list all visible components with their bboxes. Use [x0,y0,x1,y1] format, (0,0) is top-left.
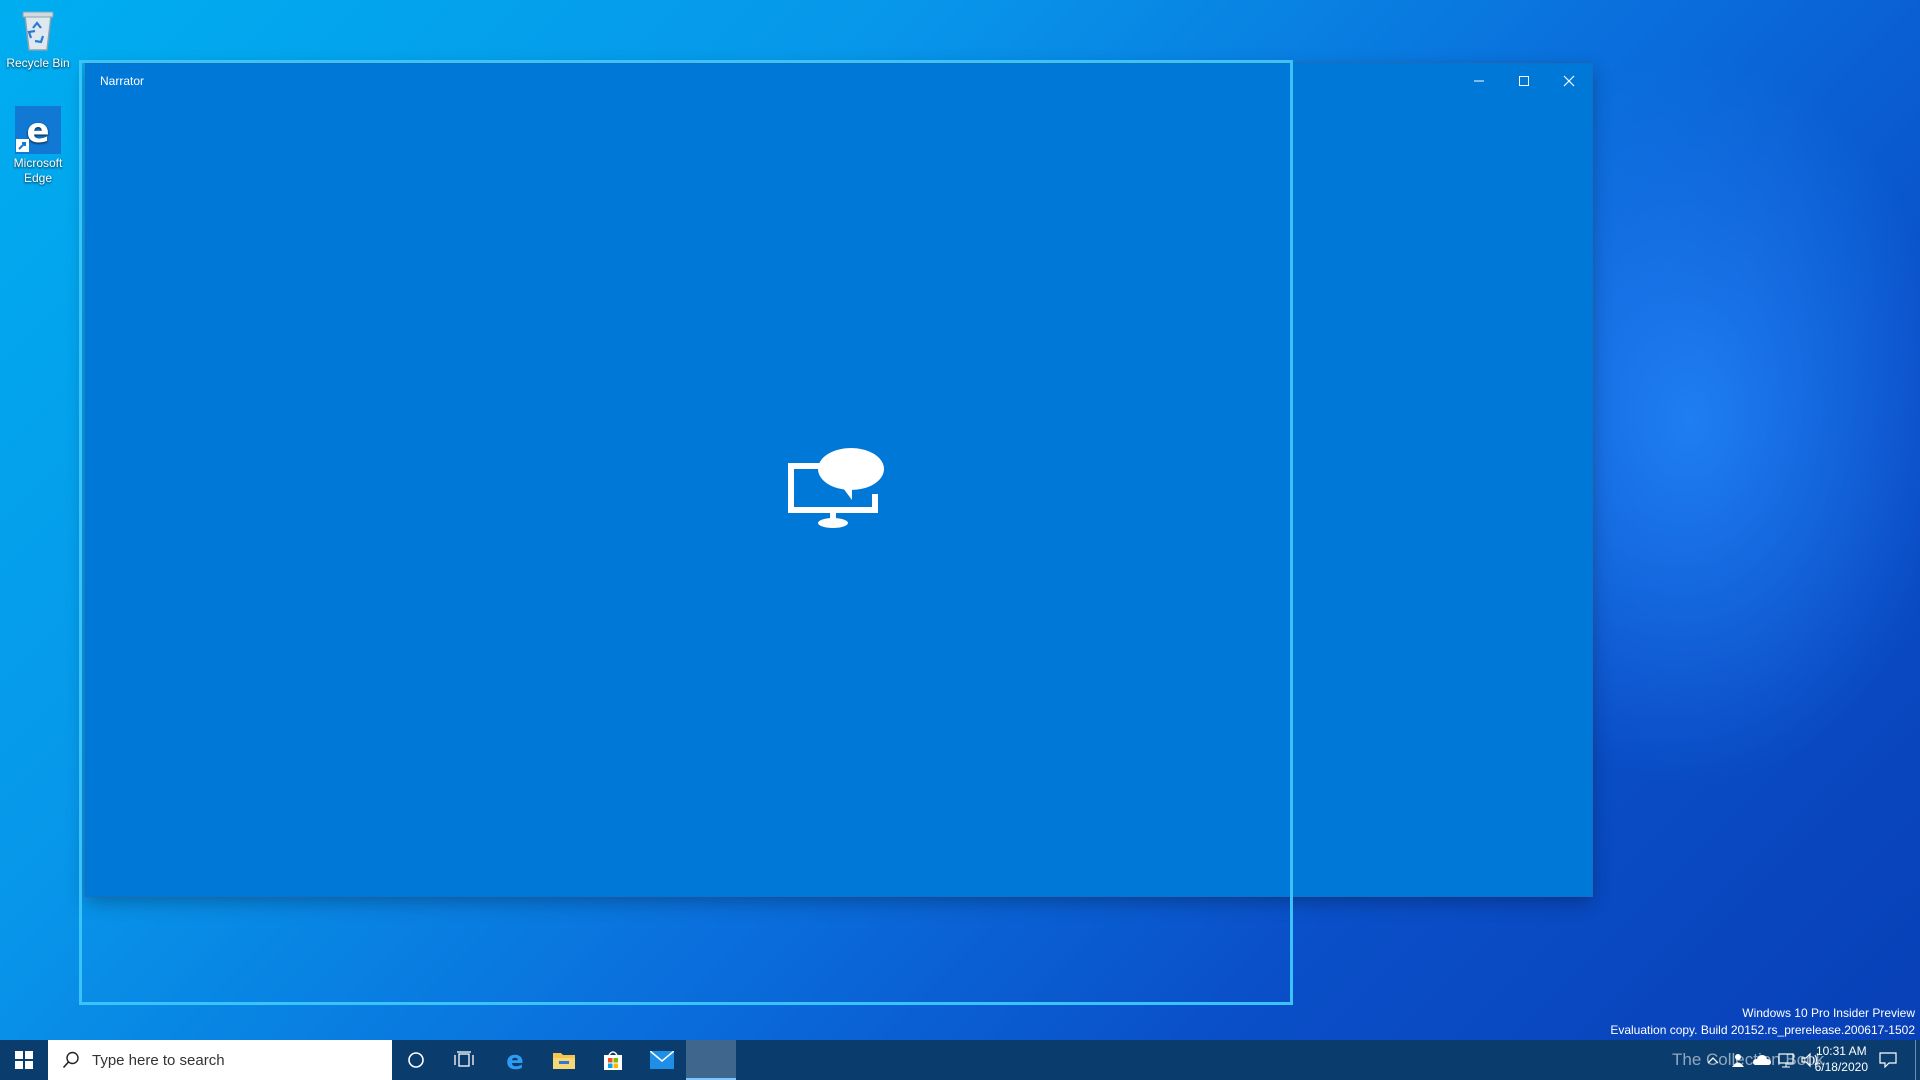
minimize-icon [1474,80,1484,81]
taskbar-mail-button[interactable] [638,1040,686,1080]
search-input[interactable] [90,1050,374,1070]
narrator-window: Narrator [86,64,1592,896]
desktop-icon-recycle-bin[interactable]: Recycle Bin [4,6,72,71]
action-center-button[interactable] [1868,1040,1908,1080]
network-button[interactable] [1774,1040,1798,1080]
mail-icon [650,1051,674,1069]
title-bar[interactable]: Narrator [86,64,1592,97]
taskbar-search-box[interactable] [48,1040,392,1080]
show-desktop-button[interactable] [1915,1040,1920,1080]
edge-label: Microsoft Edge [13,156,63,185]
people-icon [1732,1054,1744,1067]
network-icon [1778,1053,1794,1068]
edge-icon: e [15,106,61,154]
tray-app-icon[interactable] [1726,1040,1750,1080]
chevron-up-icon [1707,1057,1719,1064]
show-hidden-icons-button[interactable] [1702,1040,1724,1080]
folder-icon [553,1053,575,1069]
task-view-button[interactable] [440,1040,488,1080]
maximize-icon [1519,75,1529,86]
notification-icon [1879,1052,1897,1068]
taskbar-file-explorer-button[interactable] [540,1040,588,1080]
windows-logo-icon [15,1051,33,1069]
narrator-logo-icon [788,446,888,542]
svg-text:e: e [506,1048,524,1072]
desktop-icon-microsoft-edge[interactable]: e Microsoft Edge [4,106,72,186]
cloud-icon [1753,1055,1771,1065]
search-icon [62,1051,79,1069]
system-tray: 10:31 AM 6/18/2020 [1660,1040,1920,1080]
watermark-edition: Windows 10 Pro Insider Preview [1742,1006,1915,1020]
watermark-build: Evaluation copy. Build 20152.rs_prerelea… [1610,1023,1915,1037]
maximize-button[interactable] [1501,64,1547,97]
clock[interactable]: 10:31 AM 6/18/2020 [1815,1043,1868,1075]
clock-time: 10:31 AM [1815,1044,1867,1058]
store-icon [604,1051,622,1070]
onedrive-button[interactable] [1750,1040,1774,1080]
close-button[interactable] [1546,64,1592,97]
clock-date: 6/18/2020 [1814,1060,1868,1074]
cortana-icon [408,1052,424,1068]
task-view-icon [454,1051,474,1067]
recycle-bin-label: Recycle Bin [6,56,70,70]
recycle-bin-icon [15,6,61,54]
svg-text:e: e [26,111,49,151]
taskbar-edge-button[interactable]: e [490,1040,540,1080]
close-icon [1563,75,1575,86]
narrator-icon [711,1060,712,1061]
edge-icon: e [506,1048,524,1072]
taskbar-store-button[interactable] [588,1040,638,1080]
taskbar: e [0,1040,1920,1080]
window-title: Narrator [100,74,145,88]
cortana-button[interactable] [392,1040,440,1080]
start-button[interactable] [0,1040,48,1080]
build-watermark: Windows 10 Pro Insider Preview Evaluatio… [1610,1005,1915,1039]
taskbar-narrator-button[interactable] [686,1040,736,1080]
minimize-button[interactable] [1456,64,1502,97]
